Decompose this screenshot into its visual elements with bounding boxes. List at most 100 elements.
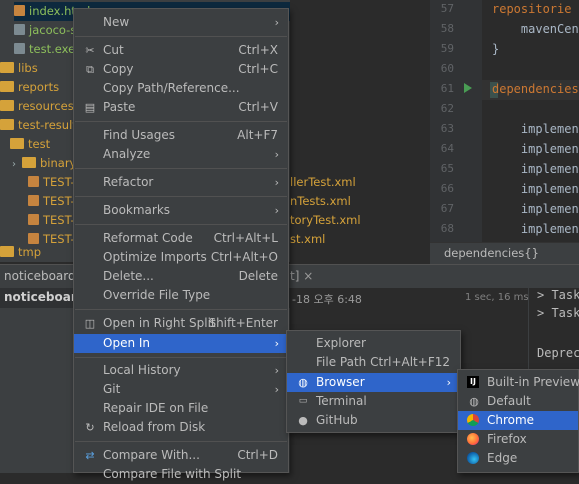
console-line: > Task [537, 306, 579, 320]
menu-item-reload-from-disk[interactable]: ↻ Reload from Disk [74, 418, 288, 437]
xml-file-icon [28, 176, 39, 187]
code-line: implemen [492, 162, 579, 176]
menu-item-new[interactable]: New › [74, 13, 288, 32]
tree-item-libs[interactable]: libs [0, 59, 38, 78]
folder-icon [10, 138, 24, 149]
menu-separator [75, 121, 287, 122]
menu-separator [75, 309, 287, 310]
menu-item-reformat-code[interactable]: Reformat Code Ctrl+Alt+L [74, 229, 288, 248]
line-number: 66 [440, 182, 454, 195]
menu-item-copy-path[interactable]: Copy Path/Reference... [74, 79, 288, 98]
folder-icon [0, 62, 14, 73]
line-number: 62 [440, 102, 454, 115]
menu-item-repair-ide[interactable]: Repair IDE on File [74, 399, 288, 418]
folder-icon [22, 157, 36, 168]
console-line: > Task [537, 288, 579, 302]
line-number: 59 [440, 42, 454, 55]
menu-item-find-usages[interactable]: Find Usages Alt+F7 [74, 126, 288, 145]
tree-item-reports[interactable]: reports [0, 78, 59, 97]
chevron-right-icon: › [274, 337, 279, 350]
folder-icon [0, 119, 14, 130]
reload-icon: ↻ [85, 421, 95, 434]
menu-item-github[interactable]: ● GitHub [287, 411, 460, 430]
menu-item-firefox[interactable]: Firefox [458, 430, 578, 449]
xml-file-icon [28, 214, 39, 225]
code-line: implemen [492, 122, 579, 136]
line-number: 64 [440, 142, 454, 155]
code-line: implemen [492, 142, 579, 156]
line-number: 65 [440, 162, 454, 175]
menu-item-analyze[interactable]: Analyze › [74, 145, 288, 164]
tree-item-test-exec[interactable]: test.exec [14, 40, 81, 59]
run-tab-close[interactable]: t] × [290, 265, 313, 288]
split-view-icon: ◫ [84, 317, 96, 330]
tree-item-test-results[interactable]: test-results [0, 116, 83, 135]
tree-item-test-xml[interactable]: TEST- [28, 192, 75, 211]
compare-icon: ⇄ [85, 449, 95, 462]
menu-item-builtin-preview[interactable]: IJ Built-in Preview [458, 373, 579, 392]
line-number: 58 [440, 22, 454, 35]
editor-gutter: 57 58 59 60 61 62 63 64 65 66 67 68 [430, 0, 482, 242]
menu-item-local-history[interactable]: Local History › [74, 361, 288, 380]
globe-icon: ◍ [469, 395, 479, 408]
code-line: } [492, 42, 500, 56]
run-duration: 1 sec, 16 ms [465, 292, 529, 303]
code-line: repositorie [492, 2, 572, 16]
context-menu: New › ✂ Cut Ctrl+X ⧉ Copy Ctrl+C Copy Path/Re… [73, 8, 289, 481]
github-icon: ● [298, 414, 308, 427]
xml-file-icon [28, 195, 39, 206]
line-number: 68 [440, 222, 454, 235]
line-number: 67 [440, 202, 454, 215]
menu-separator [75, 441, 287, 442]
chrome-icon [467, 414, 479, 426]
menu-item-copy[interactable]: ⧉ Copy Ctrl+C [74, 60, 288, 79]
paste-icon: ▤ [84, 101, 96, 114]
menu-item-chrome[interactable]: Chrome [458, 411, 578, 430]
menu-separator [75, 357, 287, 358]
line-number: 60 [440, 62, 454, 75]
tree-item-test[interactable]: test [10, 135, 50, 154]
code-editor[interactable]: repositorie mavenCen } dependencies impl… [482, 0, 579, 242]
globe-icon: ◍ [298, 376, 308, 389]
html-file-icon [14, 5, 25, 16]
tree-item-resources[interactable]: resources [0, 97, 74, 116]
menu-item-open-right-split[interactable]: ◫ Open in Right Split Shift+Enter [74, 314, 288, 333]
menu-item-open-in[interactable]: Open In › [74, 334, 288, 353]
menu-item-git[interactable]: Git › [74, 380, 288, 399]
editor-breadcrumb[interactable]: dependencies{} [430, 242, 579, 264]
menu-item-default[interactable]: ◍ Default [458, 392, 578, 411]
run-gutter-icon[interactable] [464, 83, 472, 93]
menu-item-edge[interactable]: Edge [458, 449, 578, 468]
line-number: 63 [440, 122, 454, 135]
console-line: Deprec [537, 346, 579, 360]
code-line: implemen [492, 182, 579, 196]
menu-item-explorer[interactable]: Explorer [287, 334, 460, 353]
menu-item-terminal[interactable]: ▭ Terminal [287, 392, 460, 411]
scissors-icon: ✂ [85, 44, 95, 57]
open-in-submenu: Explorer File Path Ctrl+Alt+F12 ◍ Browser ›… [286, 330, 461, 433]
menu-item-compare-split[interactable]: Compare File with Split [74, 465, 288, 484]
menu-item-bookmarks[interactable]: Bookmarks › [74, 201, 288, 220]
tree-item-test-xml[interactable]: TEST- [28, 211, 75, 230]
folder-icon [0, 246, 14, 257]
folder-icon [0, 81, 14, 92]
folder-icon [0, 100, 14, 111]
menu-item-delete[interactable]: Delete... Delete [74, 267, 288, 286]
menu-item-refactor[interactable]: Refactor › [74, 173, 288, 192]
tree-item-binary[interactable]: › binary [12, 154, 76, 173]
chevron-right-icon: › [274, 148, 279, 161]
menu-separator [75, 168, 287, 169]
chevron-right-icon[interactable]: › [12, 155, 22, 174]
menu-item-file-path[interactable]: File Path Ctrl+Alt+F12 [287, 353, 460, 372]
menu-item-override-file-type[interactable]: Override File Type [74, 286, 288, 305]
menu-item-cut[interactable]: ✂ Cut Ctrl+X [74, 41, 288, 60]
menu-item-browser[interactable]: ◍ Browser › [287, 373, 460, 392]
tree-item-tmp[interactable]: tmp [0, 243, 41, 262]
menu-item-paste[interactable]: ▤ Paste Ctrl+V [74, 98, 288, 117]
chevron-right-icon: › [446, 376, 451, 389]
chevron-right-icon: › [274, 364, 279, 377]
file-icon [14, 43, 25, 54]
tree-item-test-xml[interactable]: TEST- [28, 173, 75, 192]
menu-item-optimize-imports[interactable]: Optimize Imports Ctrl+Alt+O [74, 248, 288, 267]
menu-item-compare-with[interactable]: ⇄ Compare With... Ctrl+D [74, 446, 288, 465]
